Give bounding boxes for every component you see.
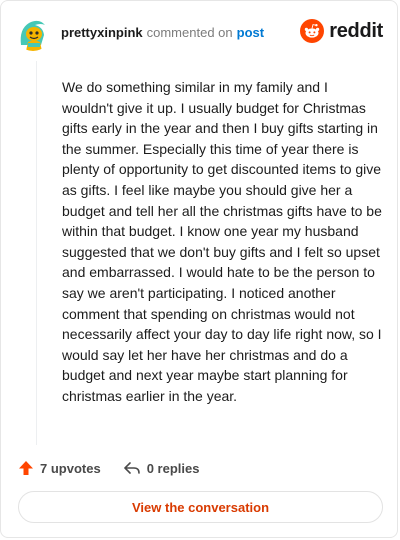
username-link[interactable]: prettyxinpink (61, 25, 143, 40)
user-avatar[interactable] (15, 15, 51, 51)
reply-button[interactable]: 0 replies (123, 460, 200, 476)
comment-header: prettyxinpink commented on post reddit (15, 15, 383, 51)
reddit-alien-icon (300, 19, 325, 43)
upvote-button[interactable]: 7 upvotes (18, 460, 101, 476)
action-text: commented on (146, 25, 233, 40)
upvote-arrow-icon (19, 461, 33, 475)
embedded-comment-card: prettyxinpink commented on post reddit We … (0, 0, 398, 538)
post-link[interactable]: post (237, 25, 264, 40)
upvote-count: 7 upvotes (40, 460, 101, 476)
comment-footer: 7 upvotes 0 replies (18, 457, 199, 479)
reddit-logo[interactable]: reddit (300, 19, 383, 43)
thread-line[interactable] (36, 61, 37, 445)
comment-meta: prettyxinpink commented on post (61, 24, 264, 42)
reddit-wordmark: reddit (329, 19, 383, 42)
reply-arrow-icon (123, 462, 140, 474)
snoo-avatar-icon (15, 15, 51, 51)
reply-count: 0 replies (146, 460, 200, 476)
comment-body: We do something similar in my family and… (62, 79, 382, 404)
view-conversation-button[interactable]: View the conversation (18, 491, 383, 523)
